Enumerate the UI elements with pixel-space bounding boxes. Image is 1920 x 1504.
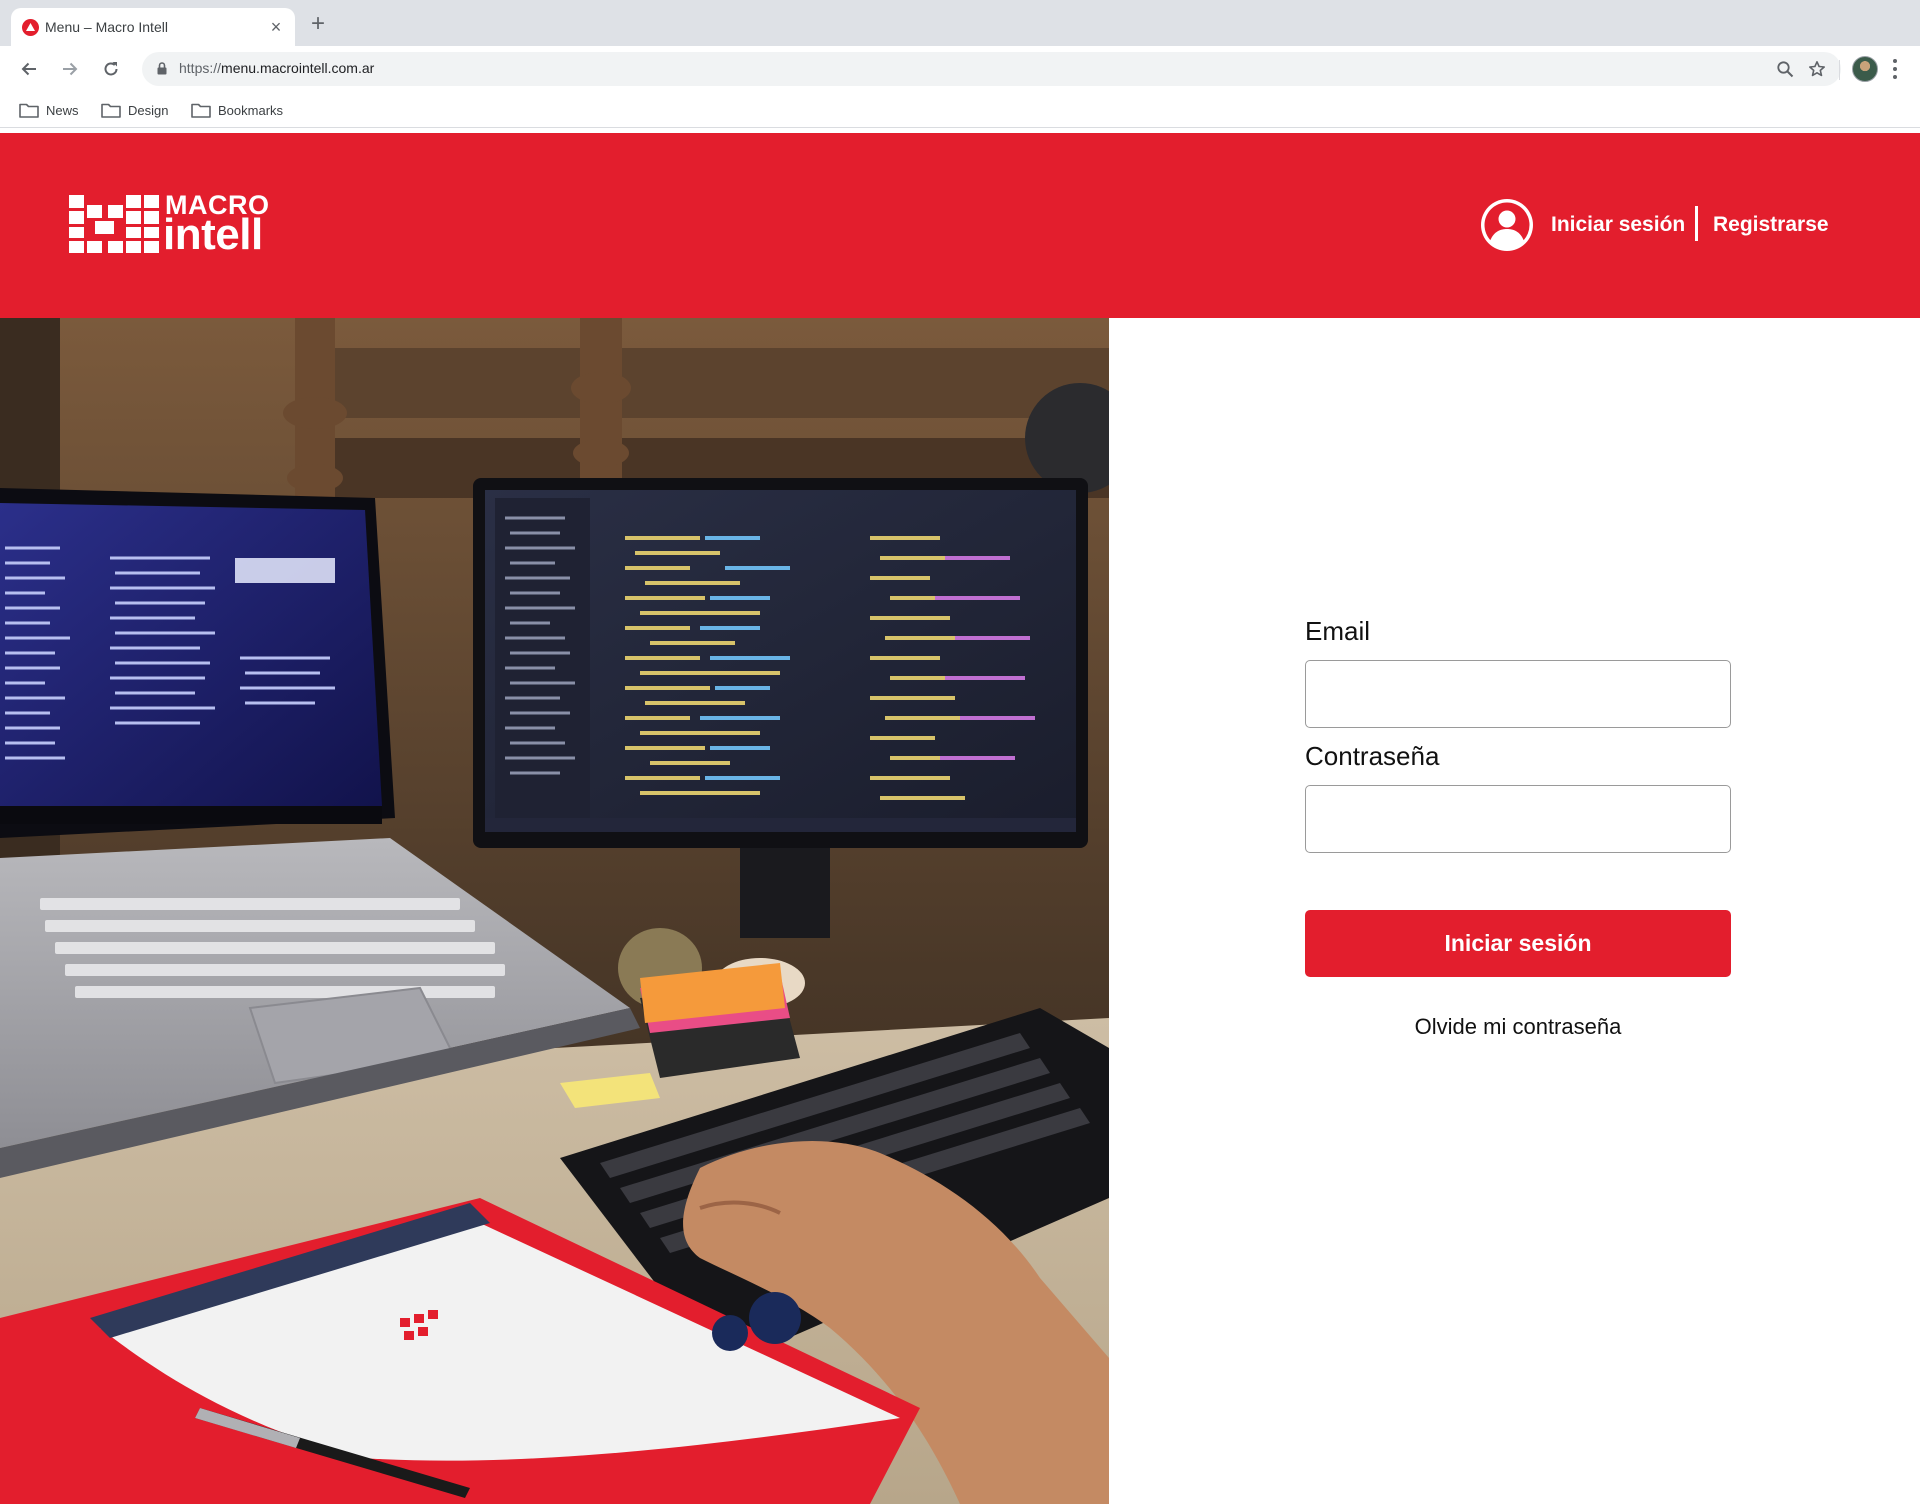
reload-icon[interactable] [97,55,125,83]
hero-photo [0,318,1109,1504]
bookmark-label: Design [128,102,169,118]
profile-avatar[interactable] [1852,56,1878,82]
header-login-link[interactable]: Iniciar sesión [1551,213,1685,237]
star-bookmark-icon[interactable] [1806,58,1828,80]
bookmark-design[interactable]: Design [101,98,168,122]
browser-menu-icon[interactable] [1888,57,1902,81]
browser-tab[interactable]: Menu – Macro Intell × [11,8,295,46]
folder-icon [101,103,121,118]
logo-text-intell: intell [163,210,263,259]
browser-tab-strip: Menu – Macro Intell × + [0,0,1920,46]
forward-arrow-icon[interactable] [56,55,84,83]
bookmark-news[interactable]: News [19,98,79,122]
lock-icon [157,62,167,75]
bookmarks-bar: News Design Bookmarks [0,92,1920,128]
toolbar-divider [1839,60,1840,80]
bookmark-bookmarks[interactable]: Bookmarks [191,98,283,122]
header-divider [1695,206,1698,241]
user-account-icon[interactable] [1480,198,1534,252]
back-arrow-icon[interactable] [15,55,43,83]
site-header: MACRO intell Iniciar sesión Registrarse [0,133,1920,318]
logo-mark-icon [69,195,159,253]
url-text: https://menu.macrointell.com.ar [179,60,375,76]
email-field[interactable] [1305,660,1731,728]
folder-icon [191,103,211,118]
zoom-icon[interactable] [1774,58,1796,80]
forgot-password-link[interactable]: Olvide mi contraseña [1305,1014,1731,1040]
folder-icon [19,103,39,118]
address-bar[interactable]: https://menu.macrointell.com.ar [142,52,1841,86]
browser-toolbar: https://menu.macrointell.com.ar [0,46,1920,92]
close-tab-icon[interactable]: × [265,16,287,38]
hero-image [0,318,1109,1504]
bookmark-label: News [46,102,79,118]
password-field[interactable] [1305,785,1731,853]
tab-title: Menu – Macro Intell [45,19,168,35]
new-tab-icon[interactable]: + [305,12,331,38]
email-label: Email [1305,616,1371,646]
password-label: Contraseña [1305,741,1440,771]
header-register-link[interactable]: Registrarse [1713,213,1829,237]
login-button[interactable]: Iniciar sesión [1305,910,1731,977]
bookmark-label: Bookmarks [218,102,284,118]
favicon-icon [22,19,39,36]
